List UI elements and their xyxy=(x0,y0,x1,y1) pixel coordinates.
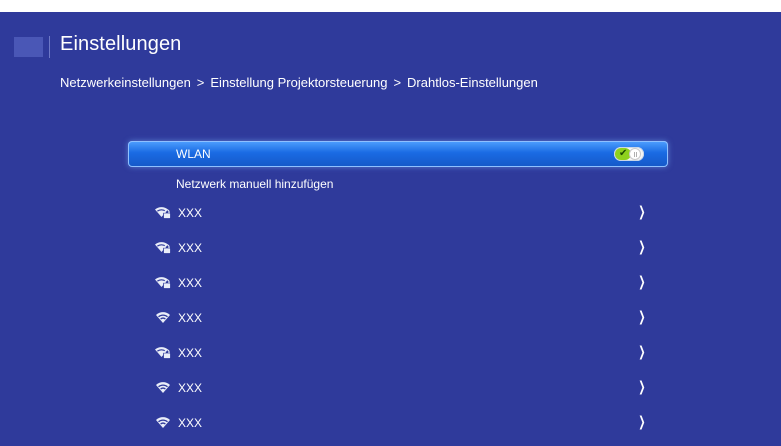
wifi-lock-icon xyxy=(155,240,171,254)
chevron-right-icon: ❯ xyxy=(638,238,646,254)
header-logo xyxy=(14,37,43,57)
wifi-lock-icon xyxy=(155,345,171,359)
chevron-right-icon: ❯ xyxy=(638,378,646,394)
network-name: XXX xyxy=(178,241,203,255)
wifi-icon xyxy=(155,380,171,394)
toggle-knob xyxy=(629,148,641,160)
network-name: XXX xyxy=(178,206,203,220)
breadcrumb-item-projector-control: Einstellung Projektorsteuerung xyxy=(210,75,388,90)
network-name: XXX xyxy=(178,276,203,290)
network-name: XXX xyxy=(178,311,203,325)
network-name: XXX xyxy=(178,416,203,430)
wifi-icon xyxy=(155,310,171,324)
header-divider xyxy=(49,36,50,58)
network-item[interactable]: XXX ❯ xyxy=(128,232,668,267)
network-name: XXX xyxy=(178,346,203,360)
breadcrumb-item-wireless-settings: Drahtlos-Einstellungen xyxy=(407,75,538,90)
wireless-settings-list: WLAN ✔ Netzwerk manuell hinzufügen XXX ❯ X… xyxy=(128,141,668,442)
breadcrumb-separator: > xyxy=(393,75,402,90)
breadcrumb-separator: > xyxy=(196,75,205,90)
chevron-right-icon: ❯ xyxy=(638,413,646,429)
chevron-right-icon: ❯ xyxy=(638,273,646,289)
page-title: Einstellungen xyxy=(60,33,182,55)
check-icon: ✔ xyxy=(619,148,628,159)
breadcrumb-item-network-settings: Netzwerkeinstellungen xyxy=(60,75,191,90)
settings-screen: Einstellungen Netzwerkeinstellungen > Eins… xyxy=(0,12,781,446)
chevron-right-icon: ❯ xyxy=(638,343,646,359)
network-item[interactable]: XXX ❯ xyxy=(128,407,668,442)
chevron-right-icon: ❯ xyxy=(638,308,646,324)
network-item[interactable]: XXX ❯ xyxy=(128,337,668,372)
wlan-label: WLAN xyxy=(176,147,211,161)
network-item[interactable]: XXX ❯ xyxy=(128,197,668,232)
network-item[interactable]: XXX ❯ xyxy=(128,302,668,337)
network-list: XXX ❯ XXX ❯ XXX ❯ XXX ❯ XXX ❯ XXX ❯ XXX ❯ xyxy=(128,197,668,442)
wlan-toggle-row[interactable]: WLAN ✔ xyxy=(128,141,668,167)
network-item[interactable]: XXX ❯ xyxy=(128,267,668,302)
wifi-lock-icon xyxy=(155,275,171,289)
add-network-label: Netzwerk manuell hinzufügen xyxy=(176,177,334,191)
network-name: XXX xyxy=(178,381,203,395)
wifi-lock-icon xyxy=(155,205,171,219)
add-network-manually-item[interactable]: Netzwerk manuell hinzufügen xyxy=(128,167,668,197)
breadcrumb: Netzwerkeinstellungen > Einstellung Projek… xyxy=(60,75,538,90)
wlan-toggle-switch[interactable]: ✔ xyxy=(614,147,644,161)
chevron-right-icon: ❯ xyxy=(638,203,646,219)
wifi-icon xyxy=(155,415,171,429)
network-item[interactable]: XXX ❯ xyxy=(128,372,668,407)
